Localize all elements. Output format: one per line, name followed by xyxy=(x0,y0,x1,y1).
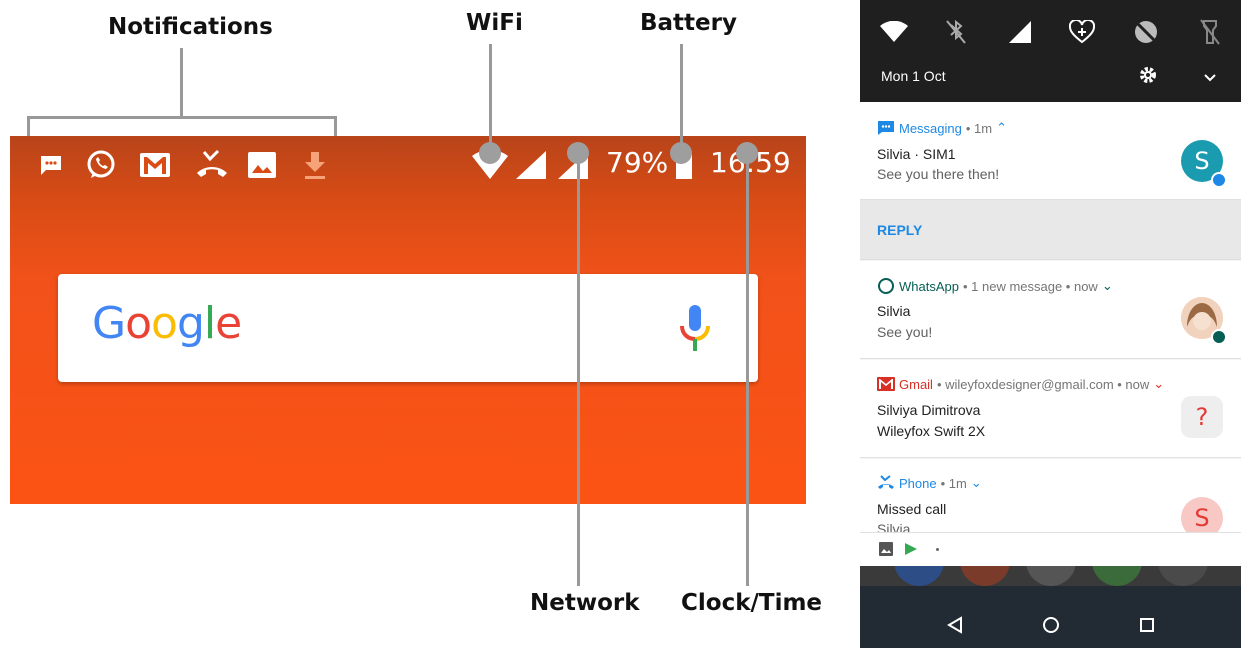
wifi-icon[interactable] xyxy=(878,16,910,48)
recents-icon[interactable] xyxy=(1139,617,1155,633)
notification-header: WhatsApp • 1 new message • now ⌄ xyxy=(877,277,1113,295)
notification-text: See you there then! xyxy=(877,166,1000,182)
app-name: Gmail xyxy=(899,376,933,392)
callout-notifications: Notifications xyxy=(108,14,273,40)
callout-battery: Battery xyxy=(640,10,737,36)
callout-wifi: WiFi xyxy=(466,10,523,36)
bluetooth-off-icon[interactable] xyxy=(940,16,972,48)
notification-header: Messaging • 1m ⌃ xyxy=(877,120,1007,136)
notification-gmail[interactable]: Gmail • wileyfoxdesigner@gmail.com • now… xyxy=(860,360,1241,458)
reply-badge-icon xyxy=(1211,329,1227,345)
battery-pointer-line xyxy=(680,44,683,154)
meta: • 1 new message • now xyxy=(962,278,1098,294)
wifi-pointer-line xyxy=(489,44,492,154)
microphone-icon[interactable] xyxy=(678,304,712,354)
notification-text: See you! xyxy=(877,324,933,340)
bracket-top xyxy=(27,116,337,119)
battery-percent: 79% xyxy=(606,146,669,179)
missed-call-icon xyxy=(194,148,230,182)
signal-icon[interactable] xyxy=(1004,16,1036,48)
home-screen-peek xyxy=(860,566,1241,586)
callout-network: Network xyxy=(530,590,640,616)
shade-date: Mon 1 Oct xyxy=(881,68,946,84)
signal-icon xyxy=(514,148,548,182)
google-search-bar[interactable]: Google xyxy=(58,274,758,382)
flashlight-off-icon[interactable] xyxy=(1194,16,1226,48)
network-pointer-line xyxy=(577,154,580,586)
avatar: S xyxy=(1181,497,1223,532)
chevron-down-icon[interactable]: ⌄ xyxy=(1153,376,1164,392)
missed-call-icon xyxy=(878,475,894,489)
notification-title: Silviya Dimitrova xyxy=(877,402,981,418)
notification-shade: Mon 1 Oct Messaging • 1m ⌃ Silvia · SIM1… xyxy=(860,0,1241,648)
overflow-icons-row xyxy=(860,533,1241,566)
chevron-up-icon[interactable]: ⌃ xyxy=(996,120,1007,136)
data-saver-icon[interactable] xyxy=(1066,16,1098,48)
messaging-icon xyxy=(38,148,64,182)
reply-badge-icon xyxy=(1211,172,1227,188)
messaging-icon xyxy=(878,121,894,135)
wifi-pointer-dot xyxy=(479,142,501,164)
app-name: WhatsApp xyxy=(899,278,959,294)
image-icon xyxy=(879,542,893,556)
whatsapp-icon xyxy=(84,148,118,182)
settings-gear-icon[interactable] xyxy=(1139,66,1157,84)
image-icon xyxy=(246,148,278,182)
whatsapp-icon xyxy=(878,278,894,294)
notification-header: Gmail • wileyfoxdesigner@gmail.com • now… xyxy=(877,376,1164,392)
back-icon[interactable] xyxy=(947,616,963,634)
google-logo: Google xyxy=(92,298,242,349)
app-name: Phone xyxy=(899,475,937,491)
notification-title: Silvia · SIM1 xyxy=(877,146,956,162)
expand-chevron-icon[interactable] xyxy=(1203,70,1217,82)
chevron-down-icon[interactable]: ⌄ xyxy=(1102,278,1113,294)
phone-home-screen: 79% 16:59 Google xyxy=(10,136,806,504)
download-icon xyxy=(302,148,328,182)
notification-header: Phone • 1m ⌄ xyxy=(877,475,982,491)
meta: • 1m xyxy=(965,120,993,136)
notification-phone[interactable]: Phone • 1m ⌄ Missed call Silvia S xyxy=(860,459,1241,533)
do-not-disturb-icon[interactable] xyxy=(1130,16,1162,48)
notification-whatsapp[interactable]: WhatsApp • 1 new message • now ⌄ Silvia … xyxy=(860,261,1241,359)
meta: • wileyfoxdesigner@gmail.com • now xyxy=(936,376,1150,392)
app-name: Messaging xyxy=(899,120,962,136)
clock-pointer-dot xyxy=(736,142,758,164)
home-icon[interactable] xyxy=(1042,616,1060,634)
reply-row: REPLY xyxy=(860,200,1241,260)
avatar: ? xyxy=(1181,396,1223,438)
play-store-icon xyxy=(905,543,917,555)
gmail-icon xyxy=(138,148,172,182)
chevron-down-icon[interactable]: ⌄ xyxy=(971,475,982,491)
notification-text: Wileyfox Swift 2X xyxy=(877,423,986,439)
gmail-icon xyxy=(877,377,895,391)
more-dot xyxy=(936,548,939,551)
battery-pointer-dot xyxy=(670,142,692,164)
bracket-stem xyxy=(180,48,183,118)
meta: • 1m xyxy=(940,475,967,491)
notification-text: Silvia xyxy=(877,521,911,533)
navigation-bar xyxy=(860,586,1241,648)
notification-title: Missed call xyxy=(877,501,947,517)
quick-settings-bar: Mon 1 Oct xyxy=(860,0,1241,102)
notification-messaging[interactable]: Messaging • 1m ⌃ Silvia · SIM1 See you t… xyxy=(860,102,1241,200)
network-pointer-dot xyxy=(567,142,589,164)
reply-button[interactable]: REPLY xyxy=(877,222,922,238)
callout-clock: Clock/Time xyxy=(681,590,823,616)
clock-pointer-line xyxy=(746,154,749,586)
notification-title: Silvia xyxy=(877,303,911,319)
